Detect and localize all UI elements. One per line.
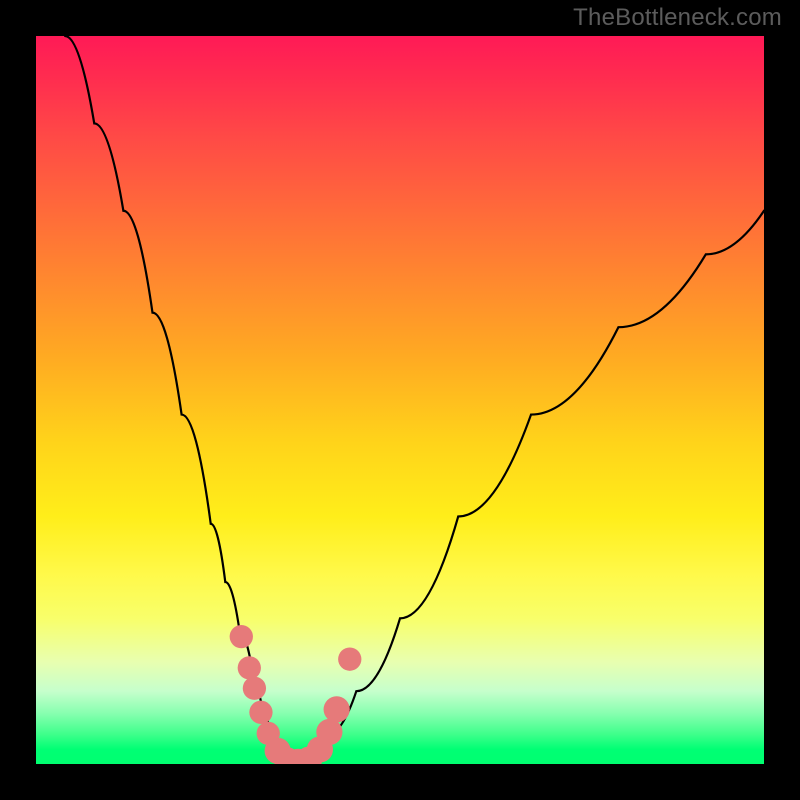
- marker-dot: [238, 656, 261, 679]
- watermark-text: TheBottleneck.com: [573, 4, 782, 32]
- minimum-markers: [230, 625, 362, 764]
- marker-dot: [338, 648, 361, 671]
- plot-area: [36, 36, 764, 764]
- marker-dot: [243, 677, 266, 700]
- marker-dot: [249, 701, 272, 724]
- marker-dot: [324, 696, 350, 722]
- curve-layer: [36, 36, 764, 764]
- left-curve: [65, 36, 291, 761]
- chart-container: TheBottleneck.com: [0, 0, 800, 800]
- right-curve: [291, 211, 764, 761]
- marker-dot: [316, 719, 342, 745]
- marker-dot: [230, 625, 253, 648]
